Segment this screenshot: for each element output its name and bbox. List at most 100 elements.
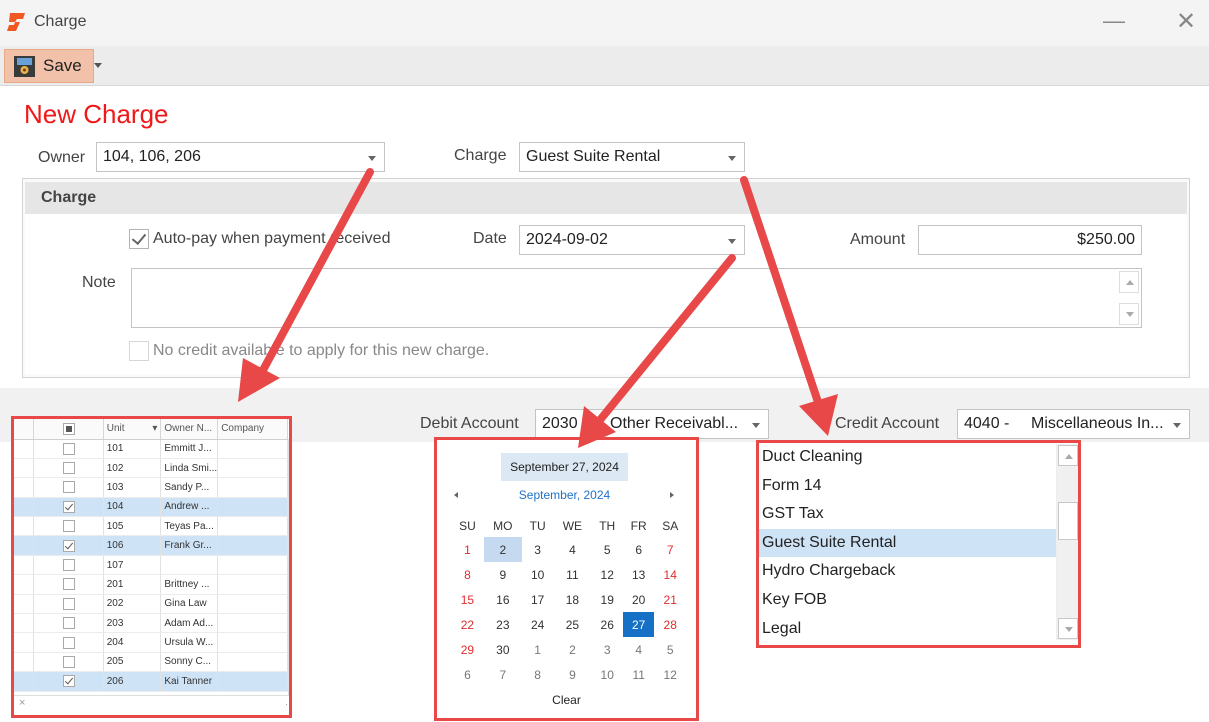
amount-input[interactable]: $250.00 xyxy=(918,225,1142,255)
calendar-day[interactable]: 22 xyxy=(451,612,484,637)
scroll-up-button[interactable] xyxy=(1119,271,1139,293)
select-all-header[interactable] xyxy=(33,419,104,440)
owner-combo[interactable]: 104, 106, 206 xyxy=(96,142,385,172)
list-item[interactable]: Hydro Chargeback xyxy=(759,557,1056,586)
calendar-day[interactable]: 18 xyxy=(553,587,591,612)
row-checkbox-cell[interactable] xyxy=(33,594,104,615)
owner-column-header[interactable]: Owner N... xyxy=(160,419,219,440)
table-row[interactable]: 105 Teyas Pa... xyxy=(14,516,288,537)
table-row[interactable]: 203 Adam Ad... xyxy=(14,613,288,634)
row-checkbox[interactable] xyxy=(62,500,75,513)
calendar-day[interactable]: 12 xyxy=(591,562,622,587)
calendar-day[interactable]: 2 xyxy=(553,637,591,662)
list-scroll-up[interactable] xyxy=(1058,445,1078,466)
row-checkbox[interactable] xyxy=(62,636,75,649)
company-column-header[interactable]: Company xyxy=(217,419,288,440)
grid-scrollbar[interactable] xyxy=(288,439,292,695)
calendar-day[interactable]: 7 xyxy=(654,537,686,562)
calendar-day[interactable]: 8 xyxy=(522,662,553,687)
table-row[interactable]: 201 Brittney ... xyxy=(14,574,288,595)
calendar-day[interactable]: 19 xyxy=(591,587,622,612)
row-checkbox-cell[interactable] xyxy=(33,652,104,673)
resize-grip-icon[interactable]: ⋰ xyxy=(285,696,289,707)
date-combo[interactable]: 2024-09-02 xyxy=(519,225,745,255)
calendar-day[interactable]: 15 xyxy=(451,587,484,612)
row-checkbox[interactable] xyxy=(62,442,75,455)
table-row[interactable]: 206 Kai Tanner xyxy=(14,671,288,692)
calendar-day[interactable]: 10 xyxy=(522,562,553,587)
calendar-day[interactable]: 9 xyxy=(484,562,522,587)
calendar-day[interactable]: 9 xyxy=(553,662,591,687)
row-checkbox-cell[interactable] xyxy=(33,613,104,634)
calendar-day[interactable]: 27 xyxy=(622,612,655,637)
calendar-day[interactable]: 12 xyxy=(654,662,686,687)
credit-account-combo[interactable]: 4040 - Miscellaneous In... xyxy=(957,409,1190,439)
calendar-day[interactable]: 1 xyxy=(522,637,553,662)
scroll-down-button[interactable] xyxy=(1119,303,1139,325)
calendar-day[interactable]: 23 xyxy=(484,612,522,637)
grid-scroll-thumb[interactable] xyxy=(289,457,292,587)
calendar-day[interactable]: 8 xyxy=(451,562,484,587)
calendar-day[interactable]: 5 xyxy=(591,537,622,562)
calendar-today-button[interactable]: September 27, 2024 xyxy=(501,453,628,481)
row-checkbox[interactable] xyxy=(62,520,75,533)
row-checkbox-cell[interactable] xyxy=(33,516,104,537)
close-button[interactable]: ✕ xyxy=(1172,8,1200,36)
row-checkbox-cell[interactable] xyxy=(33,574,104,595)
calendar-day[interactable]: 11 xyxy=(553,562,591,587)
calendar-day[interactable]: 13 xyxy=(623,562,654,587)
calendar-month-label[interactable]: September, 2024 xyxy=(497,488,632,502)
row-checkbox[interactable] xyxy=(62,617,75,630)
row-checkbox[interactable] xyxy=(62,481,75,494)
autopay-checkbox[interactable] xyxy=(129,229,149,249)
list-scrollbar[interactable] xyxy=(1056,444,1078,640)
calendar-day[interactable]: 3 xyxy=(522,537,553,562)
calendar-day[interactable]: 26 xyxy=(591,612,622,637)
filter-icon[interactable]: ▾ xyxy=(152,423,160,434)
calendar-day[interactable]: 28 xyxy=(654,612,686,637)
save-button[interactable]: Save xyxy=(4,49,94,83)
select-all-checkbox[interactable] xyxy=(62,422,75,435)
calendar-day[interactable]: 1 xyxy=(451,537,484,562)
calendar-day[interactable]: 11 xyxy=(623,662,654,687)
row-checkbox[interactable] xyxy=(62,578,75,591)
table-row[interactable]: 204 Ursula W... xyxy=(14,632,288,653)
row-checkbox-cell[interactable] xyxy=(33,632,104,653)
unit-column-header[interactable]: Unit ▾ xyxy=(103,419,162,440)
table-row[interactable]: 106 Frank Gr... xyxy=(14,535,288,556)
row-checkbox[interactable] xyxy=(62,462,75,475)
calendar-day[interactable]: 30 xyxy=(484,637,522,662)
calendar-day[interactable]: 16 xyxy=(484,587,522,612)
note-input[interactable] xyxy=(131,268,1142,328)
table-row[interactable]: 103 Sandy P... xyxy=(14,477,288,498)
calendar-clear-button[interactable]: Clear xyxy=(437,693,696,707)
row-checkbox[interactable] xyxy=(62,559,75,572)
row-checkbox[interactable] xyxy=(62,675,75,688)
calendar-day[interactable]: 5 xyxy=(654,637,686,662)
note-scrollbar[interactable] xyxy=(1119,271,1139,325)
calendar-day[interactable]: 6 xyxy=(451,662,484,687)
table-row[interactable]: 104 Andrew ... xyxy=(14,497,288,518)
calendar-day[interactable]: 4 xyxy=(553,537,591,562)
calendar-day[interactable]: 10 xyxy=(591,662,622,687)
calendar-day[interactable]: 20 xyxy=(623,587,654,612)
row-checkbox-cell[interactable] xyxy=(33,439,104,459)
table-row[interactable]: 101 Emmitt J... xyxy=(14,439,288,459)
calendar-day[interactable]: 7 xyxy=(484,662,522,687)
row-checkbox-cell[interactable] xyxy=(33,671,104,692)
calendar-day[interactable]: 21 xyxy=(654,587,686,612)
row-checkbox-cell[interactable] xyxy=(33,497,104,518)
close-icon[interactable]: × xyxy=(19,697,25,709)
list-item[interactable]: GST Tax xyxy=(759,500,1056,529)
row-checkbox-cell[interactable] xyxy=(33,535,104,556)
calendar-day[interactable]: 14 xyxy=(654,562,686,587)
table-row[interactable]: 205 Sonny C... xyxy=(14,652,288,673)
list-scroll-thumb[interactable] xyxy=(1058,502,1078,540)
row-checkbox-cell[interactable] xyxy=(33,458,104,479)
row-checkbox[interactable] xyxy=(62,539,75,552)
grid-scroll-down[interactable] xyxy=(289,681,292,695)
calendar-day[interactable]: 24 xyxy=(522,612,553,637)
save-dropdown-arrow-icon[interactable] xyxy=(94,63,102,68)
calendar-day[interactable]: 29 xyxy=(451,637,484,662)
calendar-day[interactable]: 25 xyxy=(553,612,591,637)
